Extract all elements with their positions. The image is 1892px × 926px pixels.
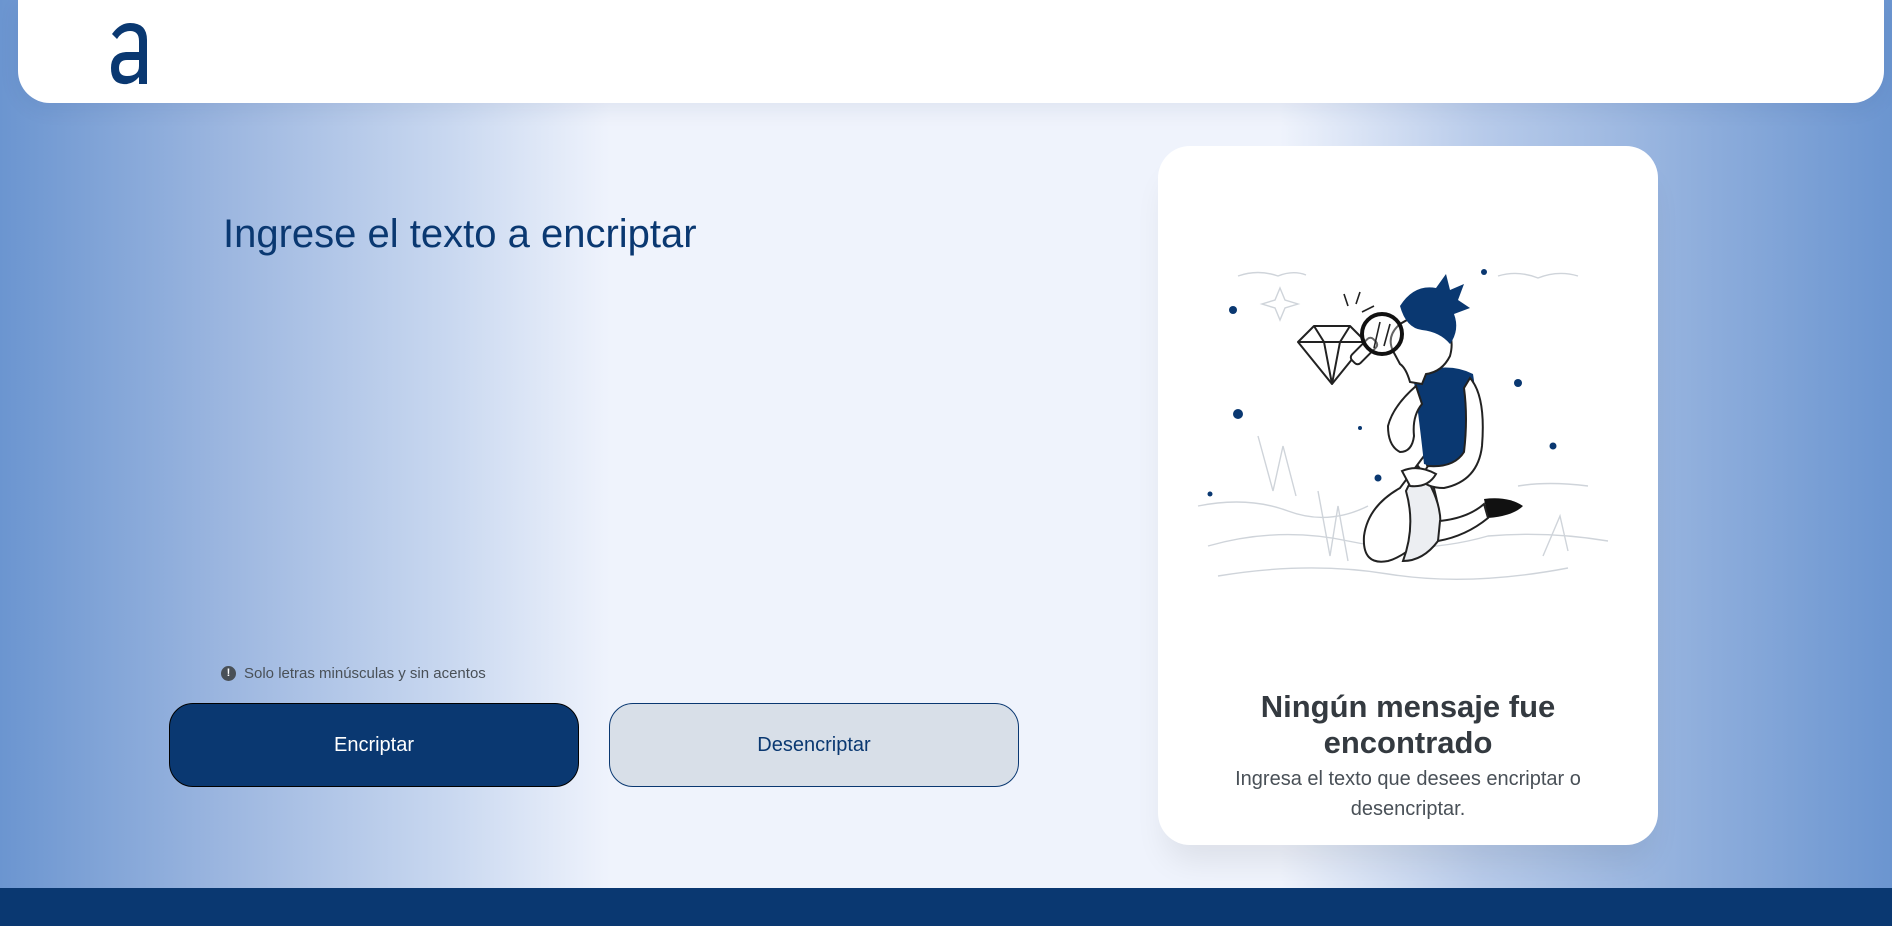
page-footer bbox=[0, 888, 1892, 926]
hint-text: Solo letras minúsculas y sin acentos bbox=[244, 665, 486, 682]
encrypt-button[interactable]: Encriptar bbox=[169, 703, 579, 787]
text-input[interactable] bbox=[223, 280, 1003, 650]
info-icon: ! bbox=[221, 666, 236, 681]
input-title: Ingrese el texto a encriptar bbox=[223, 212, 697, 256]
output-card: Ningún mensaje fue encontrado Ingresa el… bbox=[1158, 146, 1658, 845]
alura-logo-icon[interactable] bbox=[108, 20, 152, 86]
empty-message-title: Ningún mensaje fue encontrado bbox=[1260, 689, 1556, 760]
empty-message-subtitle: Ingresa el texto que desees encriptar o … bbox=[1235, 768, 1581, 820]
person-with-magnifier-illustration bbox=[1197, 269, 1609, 580]
top-header bbox=[18, 0, 1884, 103]
decrypt-button[interactable]: Desencriptar bbox=[609, 703, 1019, 787]
input-hint: ! Solo letras minúsculas y sin acentos bbox=[221, 665, 486, 682]
